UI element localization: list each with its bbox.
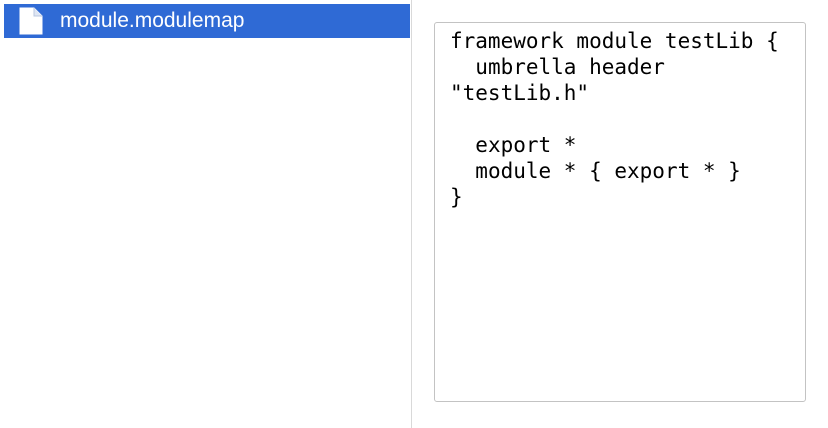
file-row-module-modulemap[interactable]: module.modulemap bbox=[4, 4, 410, 38]
preview-pane: framework module testLib { umbrella head… bbox=[413, 0, 828, 428]
app-window: module.modulemap framework module testLi… bbox=[0, 0, 828, 428]
file-name-label: module.modulemap bbox=[60, 9, 245, 32]
file-content-text: framework module testLib { umbrella head… bbox=[450, 29, 779, 209]
file-list: module.modulemap bbox=[0, 0, 412, 428]
file-preview[interactable]: framework module testLib { umbrella head… bbox=[434, 22, 806, 402]
document-icon bbox=[19, 7, 43, 35]
